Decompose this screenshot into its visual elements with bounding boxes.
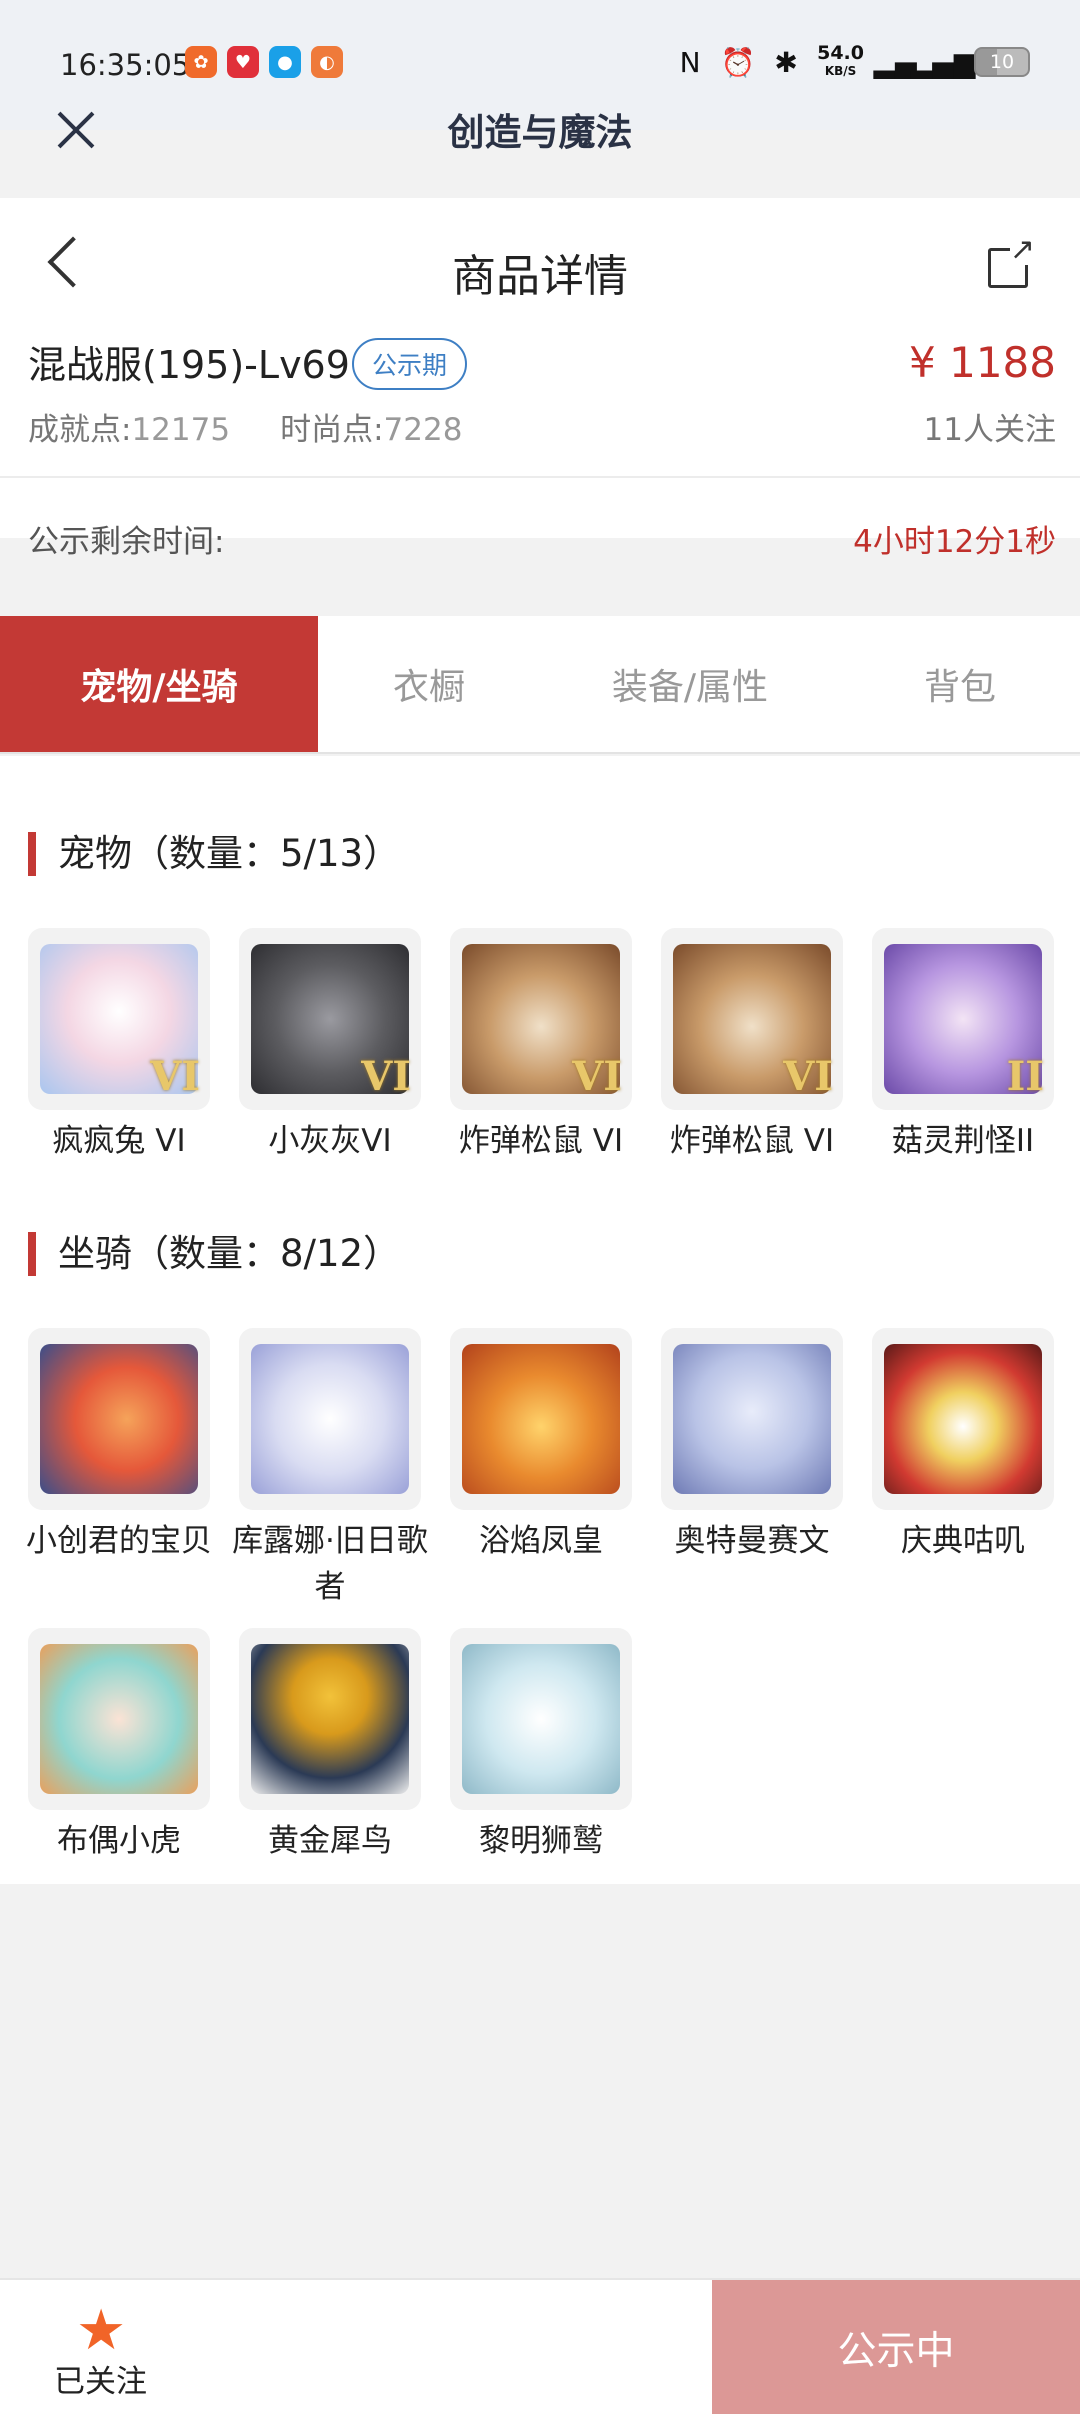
status-badge: 公示期 xyxy=(352,338,468,390)
mount-card[interactable]: 浴焰凤皇 xyxy=(450,1328,632,1564)
achievement-label: 成就点: xyxy=(28,412,132,448)
tab-equipment[interactable]: 装备/属性 xyxy=(540,616,840,752)
mount-image xyxy=(251,1644,409,1794)
network-speed: 54.0 KB/S xyxy=(817,42,864,79)
mount-card[interactable]: 黄金犀鸟 xyxy=(239,1628,421,1864)
cell-signal-icon: ▂▄▆ xyxy=(910,45,976,79)
pet-thumbnail: VI xyxy=(661,928,843,1110)
notification-icons: ✿ ♥ ● ◐ xyxy=(185,46,343,78)
mount-name: 庆典咕叽 xyxy=(901,1523,1025,1559)
fashion-label: 时尚点: xyxy=(280,412,384,448)
level-badge: VI xyxy=(361,1053,411,1100)
mount-card[interactable]: 黎明狮鹫 xyxy=(450,1628,632,1864)
mount-name: 浴焰凤皇 xyxy=(479,1523,603,1559)
pet-card[interactable]: VI 疯疯兔 VI xyxy=(28,928,210,1164)
mount-image xyxy=(40,1644,198,1794)
pet-card[interactable]: VI 炸弹松鼠 VI xyxy=(450,928,632,1164)
mount-image xyxy=(673,1344,831,1494)
mount-image xyxy=(40,1344,198,1494)
pet-name: 小灰灰VI xyxy=(268,1123,392,1159)
pet-card[interactable]: VI 炸弹松鼠 VI xyxy=(661,928,843,1164)
mount-name: 布偶小虎 xyxy=(57,1823,181,1859)
remaining-time-value: 4小时12分1秒 xyxy=(853,524,1056,560)
pet-name: 菇灵荆怪II xyxy=(891,1123,1035,1159)
pet-card[interactable]: II 菇灵荆怪II xyxy=(872,928,1054,1164)
star-icon[interactable]: ★ xyxy=(76,2298,126,2363)
mount-name: 库露娜·旧日歌者 xyxy=(232,1523,428,1605)
mount-thumbnail xyxy=(239,1328,421,1510)
nfc-icon: N xyxy=(679,45,701,79)
app-notification-icon: ♥ xyxy=(227,46,259,78)
page-title: 商品详情 xyxy=(452,251,628,302)
system-icons: N ⏰ ✱ 54.0 KB/S ▂▄ ▂▄▆ 10 xyxy=(673,44,1030,80)
mount-image xyxy=(251,1344,409,1494)
mount-thumbnail xyxy=(661,1328,843,1510)
app-titlebar: 创造与魔法 xyxy=(0,80,1080,180)
level-badge: VI xyxy=(572,1053,622,1100)
pet-thumbnail: VI xyxy=(28,928,210,1110)
app-notification-icon: ✿ xyxy=(185,46,217,78)
pets-section-title: 宠物（数量：5/13） xyxy=(28,832,400,876)
status-time: 16:35:05 xyxy=(60,48,191,82)
mount-name: 黎明狮鹫 xyxy=(479,1823,603,1859)
price: ¥ 1188 xyxy=(909,338,1056,387)
alarm-icon: ⏰ xyxy=(720,45,756,79)
tab-pets-mounts[interactable]: 宠物/坐骑 xyxy=(0,616,318,752)
mount-card[interactable]: 奥特曼赛文 xyxy=(661,1328,843,1564)
item-stats: 成就点:12175 时尚点:7228 xyxy=(28,404,462,449)
tab-bar: 宠物/坐骑 衣橱 装备/属性 背包 xyxy=(0,616,1080,754)
battery-icon: 10 xyxy=(974,47,1030,77)
pets-mounts-panel: 宠物（数量：5/13） VI 疯疯兔 VI VI 小灰灰VI VI 炸弹松鼠 V… xyxy=(0,756,1080,1884)
mount-thumbnail xyxy=(872,1328,1054,1510)
share-icon[interactable] xyxy=(988,235,1035,288)
mount-image xyxy=(884,1344,1042,1494)
bluetooth-icon: ✱ xyxy=(774,45,798,79)
app-title: 创造与魔法 xyxy=(447,111,633,154)
pet-thumbnail: VI xyxy=(239,928,421,1110)
pet-name: 炸弹松鼠 VI xyxy=(669,1123,835,1159)
bottom-action-bar: ★ 已关注 公示中 xyxy=(0,2278,1080,2414)
mount-thumbnail xyxy=(28,1328,210,1510)
mount-card[interactable]: 庆典咕叽 xyxy=(872,1328,1054,1564)
achievement-value: 12175 xyxy=(131,412,231,448)
mount-image xyxy=(462,1644,620,1794)
product-header: 商品详情 混战服(195)-Lv69 公示期 ¥ 1188 成就点:12175 时… xyxy=(0,198,1080,560)
status-button[interactable]: 公示中 xyxy=(712,2280,1080,2414)
pet-card[interactable]: VI 小灰灰VI xyxy=(239,928,421,1164)
pet-name: 炸弹松鼠 VI xyxy=(458,1123,624,1159)
fashion-value: 7228 xyxy=(383,412,463,448)
wifi-signal-icon: ▂▄ xyxy=(873,45,917,79)
mount-image xyxy=(462,1344,620,1494)
level-badge: VI xyxy=(150,1053,200,1100)
mounts-section-title: 坐骑（数量：8/12） xyxy=(28,1232,400,1276)
mount-name: 小创君的宝贝 xyxy=(26,1523,212,1559)
remaining-time-label: 公示剩余时间: xyxy=(28,524,225,560)
follower-count: 11人关注 xyxy=(923,412,1056,448)
pet-name: 疯疯兔 VI xyxy=(52,1123,186,1159)
mount-thumbnail xyxy=(239,1628,421,1810)
tab-backpack[interactable]: 背包 xyxy=(840,616,1080,752)
app-notification-icon: ◐ xyxy=(311,46,343,78)
level-badge: II xyxy=(1006,1053,1044,1100)
app-notification-icon: ● xyxy=(269,46,301,78)
tab-wardrobe[interactable]: 衣橱 xyxy=(318,616,540,752)
mount-thumbnail xyxy=(450,1628,632,1810)
mount-card[interactable]: 库露娜·旧日歌者 xyxy=(232,1328,428,1610)
item-name: 混战服(195)-Lv69 xyxy=(28,343,350,387)
mount-card[interactable]: 小创君的宝贝 xyxy=(26,1328,212,1564)
pet-thumbnail: VI xyxy=(450,928,632,1110)
mount-name: 黄金犀鸟 xyxy=(268,1823,392,1859)
mount-name: 奥特曼赛文 xyxy=(674,1523,830,1559)
mount-thumbnail xyxy=(28,1628,210,1810)
mount-card[interactable]: 布偶小虎 xyxy=(28,1628,210,1864)
divider xyxy=(0,476,1080,478)
mount-thumbnail xyxy=(450,1328,632,1510)
pet-thumbnail: II xyxy=(872,928,1054,1110)
follow-label[interactable]: 已关注 xyxy=(54,2356,147,2401)
level-badge: VI xyxy=(783,1053,833,1100)
